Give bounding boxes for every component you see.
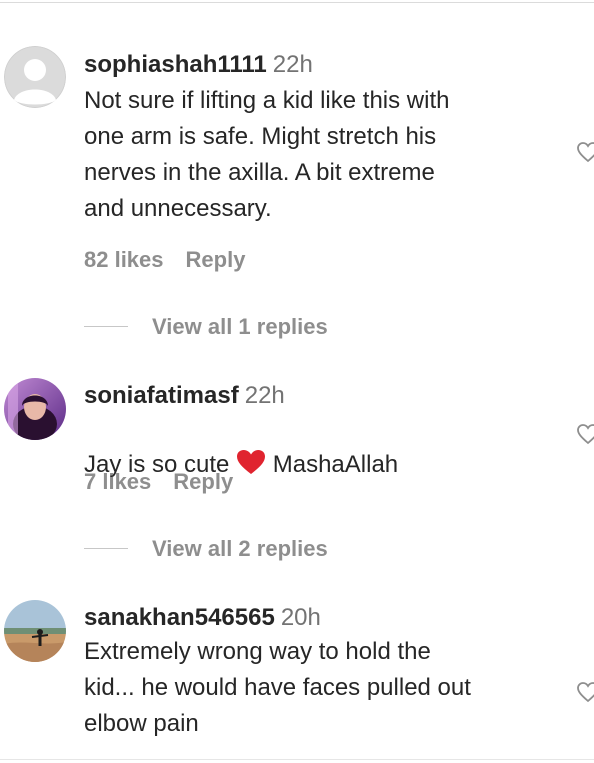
red-heart-emoji (236, 449, 266, 475)
avatar-sanakhan546565[interactable] (4, 600, 66, 662)
likes-count[interactable]: 7 likes (84, 469, 151, 494)
timestamp[interactable]: 20h (281, 604, 321, 631)
comment-header: sanakhan546565 20h (84, 603, 554, 633)
bottom-divider (0, 759, 594, 760)
comment-header: soniafatimasf 22h (84, 381, 554, 411)
view-replies-label: View all 1 replies (152, 314, 328, 339)
timestamp[interactable]: 22h (273, 51, 313, 78)
reply-button[interactable]: Reply (186, 247, 246, 272)
heart-outline-icon[interactable] (576, 422, 594, 446)
comment-meta: 82 likes Reply (84, 247, 245, 273)
view-replies-label: View all 2 replies (152, 536, 328, 561)
heart-outline-icon[interactable] (576, 140, 594, 164)
heart-outline-icon[interactable] (576, 680, 594, 704)
comment-text-part: MashaAllah (266, 451, 399, 478)
timestamp[interactable]: 22h (245, 382, 285, 409)
comment-header: sophiashah1111 22h (84, 50, 554, 80)
reply-button[interactable]: Reply (173, 469, 233, 494)
avatar-soniafatimasf[interactable] (4, 378, 66, 440)
comment-text: Not sure if lifting a kid like this with… (84, 87, 450, 222)
likes-count[interactable]: 82 likes (84, 247, 164, 272)
username-link[interactable]: sophiashah1111 (84, 51, 267, 78)
replies-divider (84, 548, 128, 549)
comment-text: Extremely wrong way to hold the kid... h… (84, 638, 471, 737)
avatar-default[interactable] (4, 46, 66, 108)
username-link[interactable]: sanakhan546565 (84, 604, 275, 631)
username-link[interactable]: soniafatimasf (84, 382, 239, 409)
comment-meta: 7 likes Reply (84, 469, 233, 495)
top-divider (0, 2, 594, 3)
replies-divider (84, 326, 128, 327)
